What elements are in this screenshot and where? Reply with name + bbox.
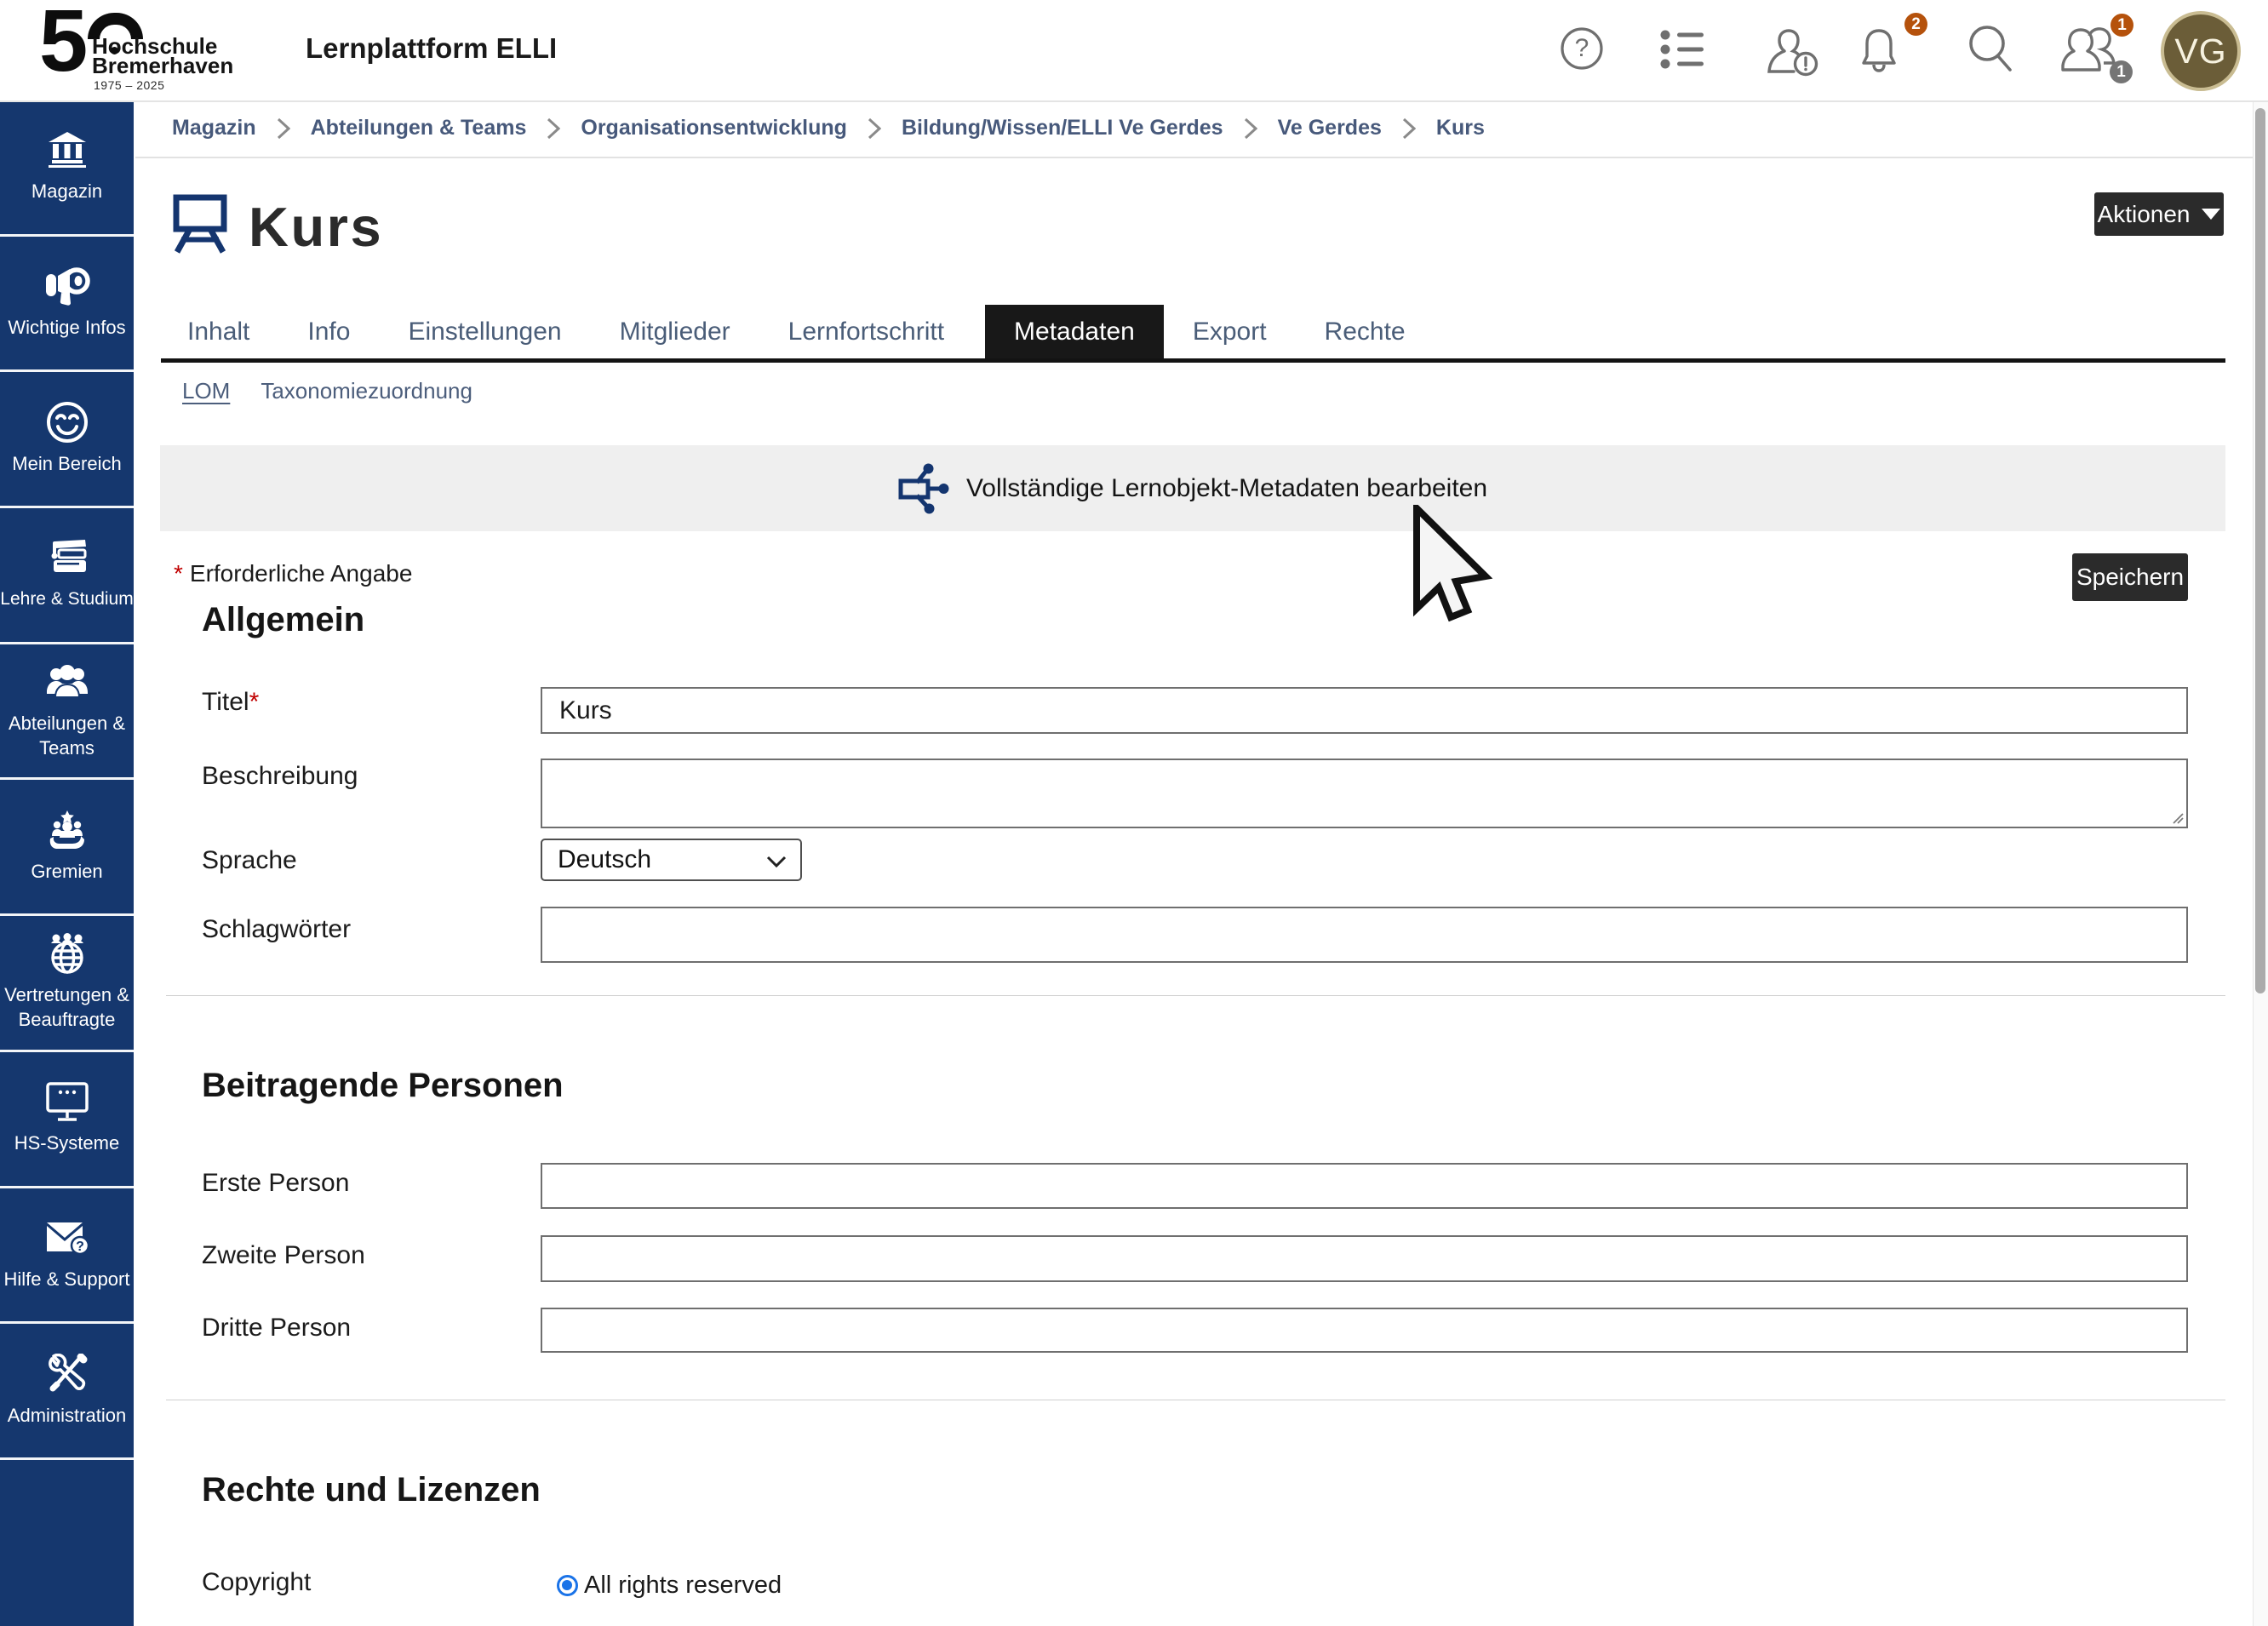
svg-text:?: ? (1575, 34, 1589, 62)
svg-text:?: ? (76, 1240, 84, 1254)
